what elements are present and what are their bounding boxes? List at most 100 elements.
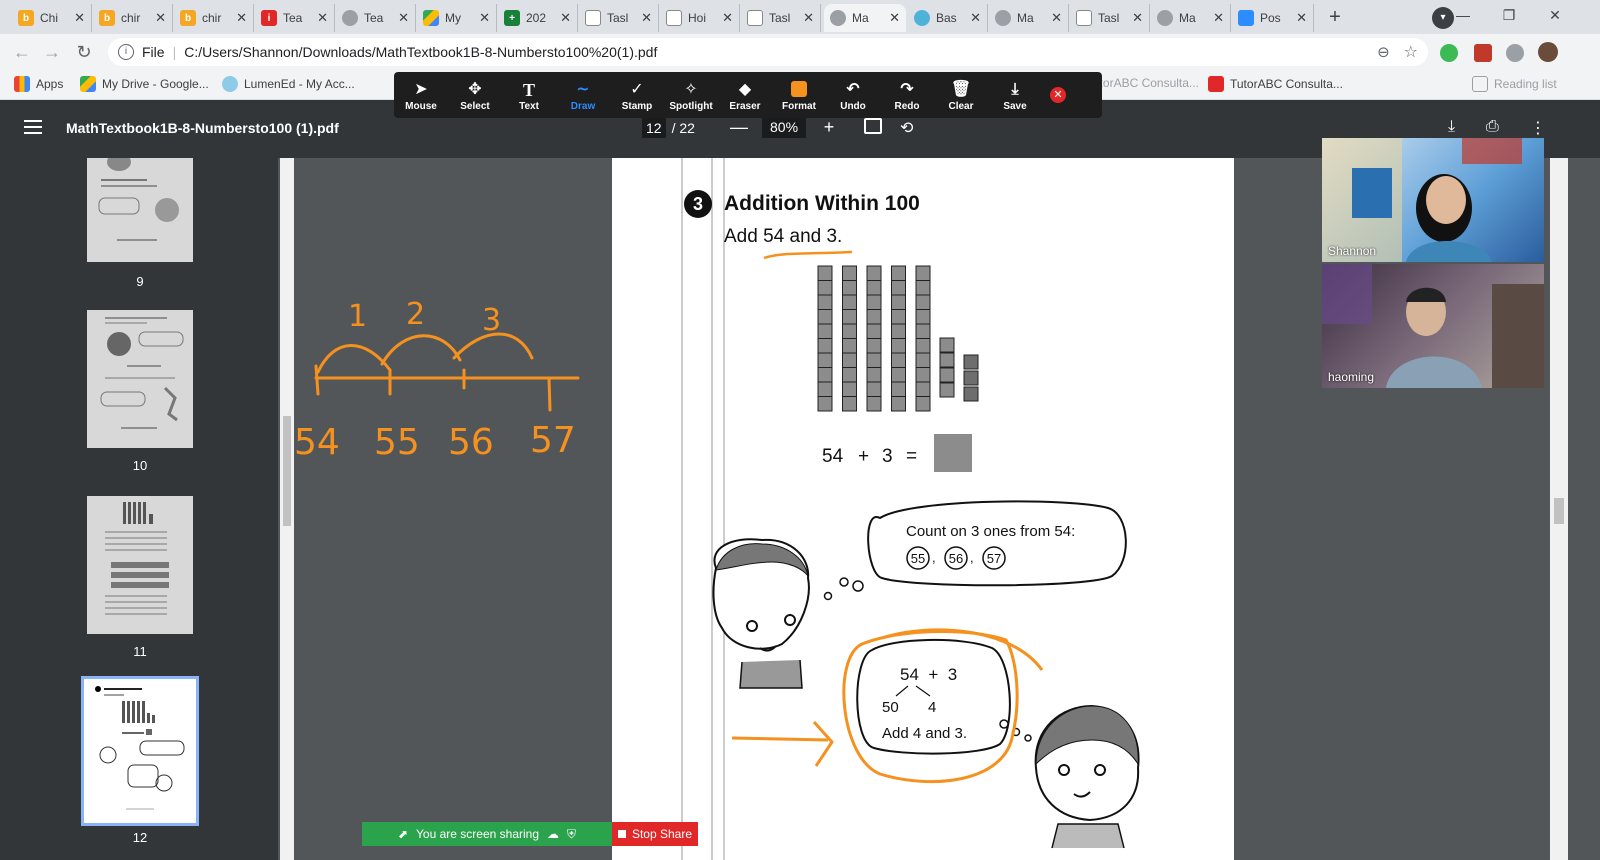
close-icon[interactable]: ✕ [236,10,247,26]
bookmark-tutorabc-2[interactable]: TutorABC Consulta... [1208,76,1343,92]
close-icon[interactable]: ✕ [398,10,409,26]
close-icon[interactable]: ✕ [1213,10,1224,26]
fit-page-icon[interactable] [864,118,882,134]
close-icon[interactable]: ✕ [1132,10,1143,26]
tool-redo[interactable]: ↷ Redo [880,79,934,112]
close-icon[interactable]: ✕ [1296,10,1307,26]
ones-cube [939,337,955,353]
participant-name: haoming [1328,370,1375,384]
thought-bubble-count-on [867,500,1127,587]
tool-clear[interactable]: 🗑 Clear [934,79,988,112]
page-scrollbar[interactable] [1550,158,1568,860]
ublock-icon[interactable] [1474,44,1492,62]
tab[interactable]: Tasl ✕ [741,4,821,32]
restore-button[interactable]: ❐ [1486,0,1532,30]
more-options-icon[interactable]: ⋮ [1530,118,1546,138]
reading-list[interactable]: Reading list [1472,76,1557,92]
tool-undo[interactable]: ↶ Undo [826,79,880,112]
bookmark-star-icon[interactable]: ☆ [1404,42,1418,62]
thumbnail-page-12-selected[interactable] [81,676,199,826]
screen-sharing-banner[interactable]: ⬈ You are screen sharing ☁ ⛨ [362,822,612,846]
thumbnail-page-9[interactable] [87,158,193,262]
zoom-level-input[interactable]: 80% [762,116,807,138]
tab[interactable]: Hoi ✕ [660,4,740,32]
tab[interactable]: +202 ✕ [498,4,578,32]
zoom-out-button[interactable]: — [726,117,752,138]
close-icon[interactable]: ✕ [970,10,981,26]
tab[interactable]: Tasl ✕ [1070,4,1150,32]
new-tab-button[interactable]: + [1322,6,1348,30]
tab[interactable]: Bas ✕ [908,4,988,32]
tool-format[interactable]: Format [772,79,826,112]
minimize-button[interactable]: — [1440,0,1486,30]
tool-spotlight[interactable]: ✧ Spotlight [664,79,718,112]
extension-icon[interactable] [1440,44,1458,62]
rotate-icon[interactable]: ⟲ [900,118,913,138]
bookmark-my-drive[interactable]: My Drive - Google... [80,76,209,92]
bookmark-lumened[interactable]: LumenEd - My Acc... [222,76,355,92]
close-icon[interactable]: ✕ [803,10,814,26]
reload-icon[interactable]: ↻ [72,40,96,64]
download-icon[interactable]: ⤓ [1448,118,1455,136]
profile-avatar[interactable] [1538,42,1558,62]
thumbnail-page-11[interactable] [87,496,193,634]
zoom-in-button[interactable]: + [816,117,842,138]
close-icon[interactable]: ✕ [560,10,571,26]
menu-icon[interactable] [24,120,42,134]
extensions-puzzle-icon[interactable] [1506,44,1524,62]
page-number-input[interactable]: 12 [642,118,666,138]
tab[interactable]: Ma ✕ [1151,4,1231,32]
close-annotation-icon[interactable]: ✕ [1050,87,1066,103]
tens-rod-cube [817,396,833,412]
close-icon[interactable]: ✕ [889,10,900,26]
sidebar-scrollbar[interactable] [280,158,294,860]
tool-mouse[interactable]: ➤ Mouse [394,79,448,112]
tab[interactable]: b Chi ✕ [12,4,92,32]
desktop-screen: b Chi ✕ b chir ✕ b chir ✕ i Tea ✕ Tea ✕ My ✕ +202 ✕… [0,0,1600,860]
print-icon[interactable]: ⎙ [1486,118,1499,136]
bookmark-label: LumenEd - My Acc... [244,77,355,91]
close-icon[interactable]: ✕ [1051,10,1062,26]
tab[interactable]: b chir ✕ [93,4,173,32]
tens-rod-cube [915,338,931,354]
bookmark-label: Reading list [1494,77,1557,91]
thumbnail-page-10[interactable] [87,310,193,448]
back-icon[interactable]: ← [10,40,34,64]
tool-eraser[interactable]: ◆ Eraser [718,79,772,112]
tool-select[interactable]: ✥ Select [448,79,502,112]
forward-icon[interactable]: → [40,40,64,64]
close-icon[interactable]: ✕ [479,10,490,26]
close-icon[interactable]: ✕ [317,10,328,26]
tens-rod-cube [842,352,857,368]
stop-share-button[interactable]: Stop Share [612,822,698,846]
close-icon[interactable]: ✕ [641,10,652,26]
tab[interactable]: Ma ✕ [989,4,1069,32]
tab[interactable]: Tea ✕ [336,4,416,32]
zoom-magnifier-icon[interactable]: ⊖ [1377,43,1390,61]
address-bar[interactable]: i File | C:/Users/Shannon/Downloads/Math… [108,38,1428,66]
close-icon[interactable]: ✕ [722,10,733,26]
tab[interactable]: Tasl ✕ [579,4,659,32]
tab[interactable]: Pos ✕ [1232,4,1314,32]
tool-stamp[interactable]: ✓ Stamp [610,79,664,112]
video-tile-shannon[interactable]: Shannon [1322,138,1544,262]
window-close-button[interactable]: ✕ [1532,0,1578,30]
tool-draw[interactable]: ∼ Draw [556,79,610,112]
sidebar-scroll-thumb[interactable] [283,416,291,526]
tab-active[interactable]: Ma ✕ [824,4,906,32]
bookmark-tutorabc-1[interactable]: TutorABC Consulta... [1086,76,1199,90]
tool-save[interactable]: ⤓ Save [988,79,1042,112]
tens-rod-cube [817,381,833,397]
cursor-icon: ➤ [414,80,428,98]
bookmark-apps[interactable]: Apps [14,76,63,92]
close-icon[interactable]: ✕ [155,10,166,26]
video-tile-haoming[interactable]: haoming [1322,264,1544,388]
close-icon[interactable]: ✕ [74,10,85,26]
tab-title: Chi [40,11,59,25]
page-scroll-thumb[interactable] [1554,498,1564,524]
tab[interactable]: My ✕ [417,4,497,32]
info-icon[interactable]: i [118,44,134,60]
tool-text[interactable]: T Text [502,79,556,112]
tab[interactable]: i Tea ✕ [255,4,335,32]
tab[interactable]: b chir ✕ [174,4,254,32]
